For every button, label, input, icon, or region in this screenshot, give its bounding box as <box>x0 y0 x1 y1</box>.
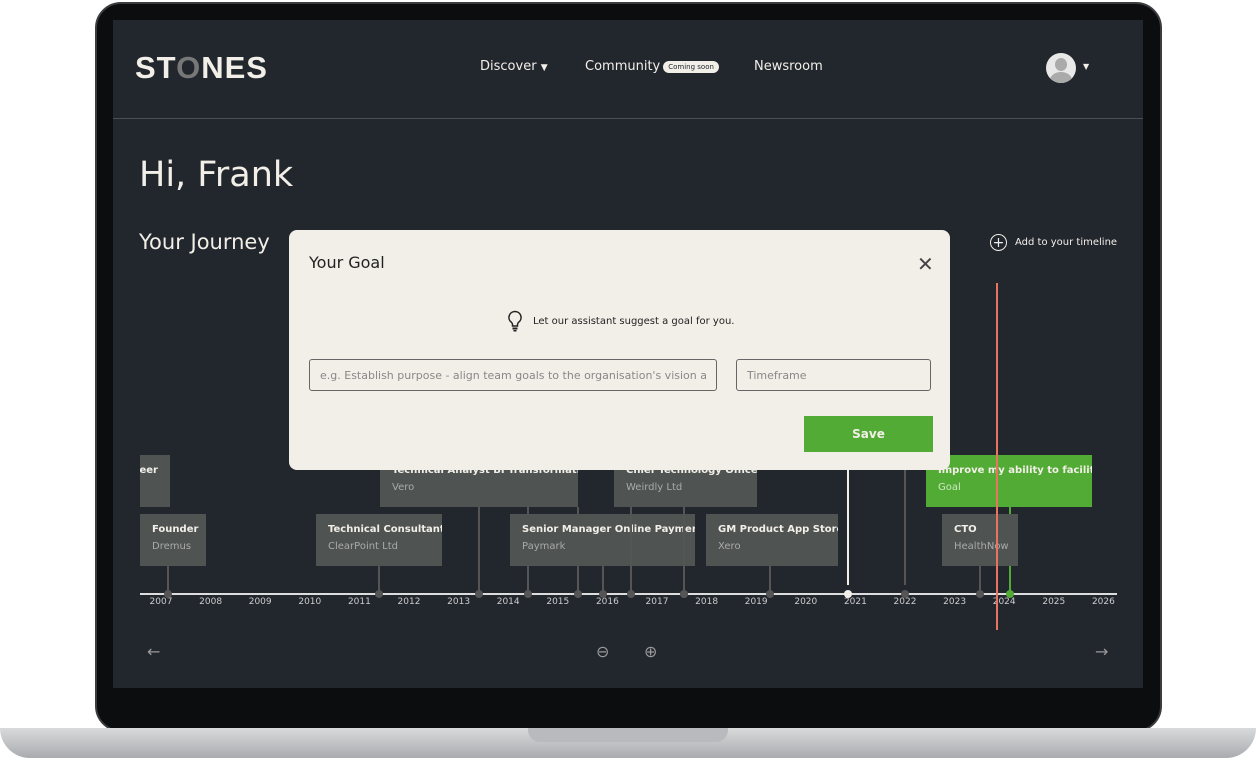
year-label: 2021 <box>843 597 867 607</box>
connector-line <box>630 507 632 593</box>
today-marker <box>996 283 998 630</box>
greeting: Hi, Frank <box>139 155 294 195</box>
connector-line <box>478 507 480 593</box>
add-label: Add to your timeline <box>1015 237 1118 248</box>
year-label: 2010 <box>298 597 322 607</box>
nav-newsroom[interactable]: Newsroom <box>754 59 823 74</box>
section-title: Your Journey <box>139 230 270 254</box>
timeline-dot <box>901 590 909 598</box>
year-label: 2026 <box>1091 597 1115 607</box>
card-subtitle: HealthNow <box>954 541 1009 552</box>
header-divider <box>113 118 1143 119</box>
goal-card[interactable]: Improve my ability to facilita... Goal <box>926 455 1092 507</box>
role-card[interactable]: Founder Dremus <box>140 514 206 566</box>
year-label: 2022 <box>893 597 917 607</box>
card-title: GM Product App Store <box>718 524 838 535</box>
timeline-dot <box>599 590 607 598</box>
card-title: Technical Consultant <box>328 524 442 535</box>
timeline-dot <box>1006 590 1014 598</box>
year-label: 2015 <box>546 597 570 607</box>
timeline-dot <box>524 590 532 598</box>
connector-line <box>979 566 981 593</box>
year-label: 2019 <box>744 597 768 607</box>
connector-line <box>769 566 771 593</box>
card-title: neer <box>140 465 158 476</box>
role-card[interactable]: GM Product App Store Xero <box>706 514 838 566</box>
arrow-right-icon[interactable]: → <box>1095 642 1108 661</box>
role-card[interactable]: CTO HealthNow <box>942 514 1018 566</box>
timeline-dot <box>475 590 483 598</box>
nav-label: Community <box>585 59 661 74</box>
timeline-dot <box>574 590 582 598</box>
goal-modal: Your Goal ✕ Let our assistant suggest a … <box>289 230 950 470</box>
year-label: 2024 <box>992 597 1016 607</box>
assistant-suggest[interactable]: Let our assistant suggest a goal for you… <box>507 310 734 332</box>
close-icon[interactable]: ✕ <box>917 252 934 276</box>
modal-title: Your Goal <box>309 253 385 272</box>
card-title: CTO <box>954 524 977 535</box>
card-subtitle: Weirdly Ltd <box>626 482 683 493</box>
timeline-dot <box>680 590 688 598</box>
avatar[interactable] <box>1046 53 1076 83</box>
year-label: 2016 <box>595 597 619 607</box>
timeline-dot <box>976 590 984 598</box>
timeline[interactable]: 2007 2008 2009 2010 2011 2012 2013 2014 2015 2016… <box>140 450 1117 650</box>
nav-label: Discover <box>480 59 537 74</box>
caret-down-icon[interactable]: ▼ <box>1083 62 1089 71</box>
zoom-out-icon[interactable]: ⊖ <box>596 642 609 661</box>
timeline-dot <box>375 590 383 598</box>
card-title: Improve my ability to facilita... <box>938 465 1092 476</box>
connector-line <box>683 507 685 593</box>
save-button[interactable]: Save <box>804 416 933 452</box>
year-label: 2017 <box>645 597 669 607</box>
year-label: 2007 <box>149 597 173 607</box>
year-label: 2013 <box>447 597 471 607</box>
year-label: 2020 <box>794 597 818 607</box>
role-card[interactable]: Technical Consultant ClearPoint Ltd <box>316 514 442 566</box>
zoom-in-icon[interactable]: ⊕ <box>644 642 657 661</box>
card-subtitle: ClearPoint Ltd <box>328 541 398 552</box>
timeline-dot <box>627 590 635 598</box>
connector-line <box>378 566 380 593</box>
coming-soon-badge: Coming soon <box>663 60 719 73</box>
card-title: Senior Manager Online Payments <box>522 524 695 535</box>
hint-text: Let our assistant suggest a goal for you… <box>533 315 735 327</box>
nav-community[interactable]: Community Coming soon <box>585 59 719 74</box>
year-label: 2011 <box>347 597 371 607</box>
year-label: 2023 <box>943 597 967 607</box>
timeframe-input[interactable] <box>736 359 931 391</box>
arrow-left-icon[interactable]: ← <box>147 642 160 661</box>
lightbulb-icon <box>508 310 522 332</box>
year-label: 2009 <box>248 597 272 607</box>
connector-line <box>602 566 604 593</box>
card-subtitle: Dremus <box>152 541 192 552</box>
nav-discover[interactable]: Discover ▼ <box>480 59 548 74</box>
plus-circle-icon: + <box>990 234 1007 251</box>
timeline-dot <box>766 590 774 598</box>
app-screen: STONES Discover ▼ Community Coming soon N… <box>113 20 1143 688</box>
year-label: 2008 <box>199 597 223 607</box>
card-subtitle: Paymark <box>522 541 566 552</box>
current-dot <box>844 590 852 598</box>
year-label: 2018 <box>695 597 719 607</box>
laptop-notch <box>528 728 728 742</box>
role-card[interactable]: Senior Manager Online Payments Paymark <box>510 514 695 566</box>
timeline-dot <box>164 590 172 598</box>
year-label: 2012 <box>397 597 421 607</box>
year-label: 2014 <box>496 597 520 607</box>
role-card[interactable]: neer <box>140 455 170 507</box>
add-to-timeline-button[interactable]: + Add to your timeline <box>990 234 1117 251</box>
caret-down-icon: ▼ <box>540 63 548 73</box>
card-subtitle: Xero <box>718 541 741 552</box>
card-subtitle: Vero <box>392 482 415 493</box>
connector-line <box>167 566 169 593</box>
goal-input[interactable] <box>309 359 717 391</box>
card-title: Founder <box>152 524 199 535</box>
year-label: 2025 <box>1042 597 1066 607</box>
logo[interactable]: STONES <box>135 50 268 86</box>
card-subtitle: Goal <box>938 482 961 493</box>
